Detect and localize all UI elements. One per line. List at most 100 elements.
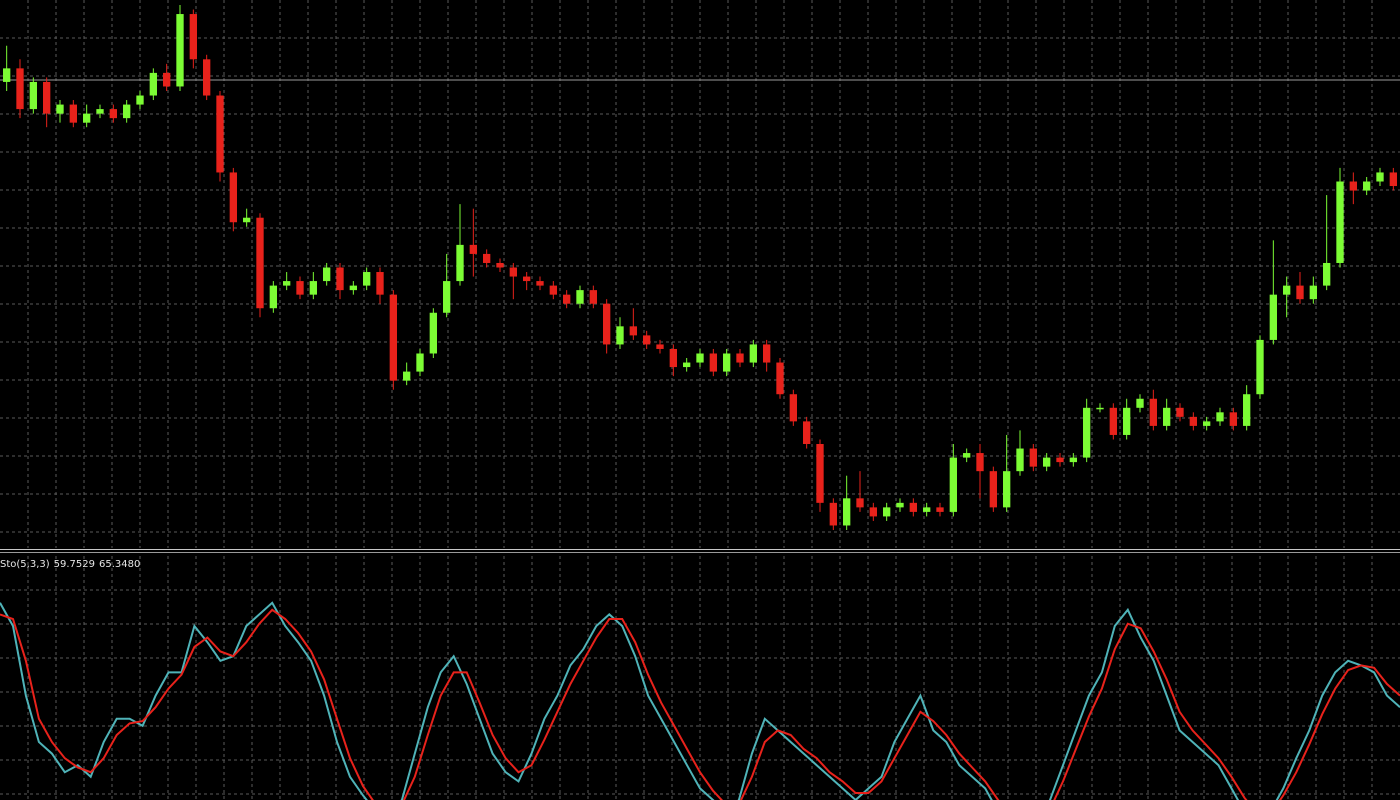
bearish-candle bbox=[163, 72, 171, 87]
bullish-candle bbox=[403, 371, 411, 381]
stochastic-chart bbox=[0, 556, 1400, 800]
bearish-candle bbox=[669, 348, 677, 368]
bullish-candle bbox=[83, 113, 91, 123]
bearish-candle bbox=[389, 294, 397, 381]
bearish-candle bbox=[229, 172, 237, 223]
bearish-candle bbox=[803, 421, 811, 445]
bearish-candle bbox=[789, 394, 797, 422]
bearish-candle bbox=[856, 498, 864, 508]
bullish-candle bbox=[723, 353, 731, 372]
bearish-candle bbox=[1389, 172, 1397, 187]
bearish-candle bbox=[469, 244, 477, 254]
bullish-candle bbox=[443, 281, 451, 313]
bullish-candle bbox=[1256, 339, 1264, 395]
bearish-candle bbox=[709, 353, 717, 372]
indicator-main-value: 59.7529 bbox=[53, 559, 95, 570]
bullish-candle bbox=[843, 498, 851, 526]
bullish-candle bbox=[1203, 421, 1211, 426]
bullish-candle bbox=[683, 362, 691, 368]
bearish-candle bbox=[509, 267, 517, 277]
bullish-candle bbox=[149, 72, 157, 96]
bearish-candle bbox=[1029, 448, 1037, 467]
price-chart bbox=[0, 0, 1400, 548]
bearish-candle bbox=[16, 68, 24, 110]
bullish-candle bbox=[123, 104, 131, 119]
bullish-candle bbox=[1096, 407, 1104, 410]
bullish-candle bbox=[1376, 172, 1384, 182]
bullish-candle bbox=[269, 285, 277, 309]
bullish-candle bbox=[923, 507, 931, 512]
bullish-candle bbox=[883, 507, 891, 517]
bullish-candle bbox=[429, 312, 437, 354]
bearish-candle bbox=[1109, 407, 1117, 435]
bullish-candle bbox=[456, 244, 464, 282]
bullish-candle bbox=[136, 95, 144, 105]
indicator-name: Sto(5,3,3) bbox=[0, 559, 50, 570]
bullish-candle bbox=[963, 453, 971, 458]
bullish-candle bbox=[29, 81, 37, 110]
bearish-candle bbox=[776, 362, 784, 395]
bearish-candle bbox=[563, 294, 571, 304]
bullish-candle bbox=[576, 290, 584, 304]
bearish-candle bbox=[203, 59, 211, 96]
bearish-candle bbox=[976, 453, 984, 472]
bearish-candle bbox=[523, 276, 531, 282]
bullish-candle bbox=[3, 68, 11, 82]
bearish-candle bbox=[629, 326, 637, 336]
bullish-candle bbox=[56, 104, 64, 114]
bullish-candle bbox=[323, 267, 331, 282]
pane-separator-inner bbox=[0, 552, 1400, 553]
bullish-candle bbox=[1363, 181, 1371, 191]
bullish-candle bbox=[1136, 398, 1144, 408]
bearish-candle bbox=[109, 109, 117, 119]
bullish-candle bbox=[616, 326, 624, 345]
bearish-candle bbox=[483, 253, 491, 263]
bullish-candle bbox=[349, 285, 357, 291]
bearish-candle bbox=[69, 104, 77, 123]
bearish-candle bbox=[376, 272, 384, 295]
bullish-candle bbox=[1216, 412, 1224, 422]
bearish-candle bbox=[1176, 407, 1184, 417]
bearish-candle bbox=[1149, 398, 1157, 426]
stochastic-signal-line bbox=[0, 608, 1400, 800]
stochastic-grid bbox=[0, 556, 1400, 800]
bearish-candle bbox=[643, 335, 651, 345]
bearish-candle bbox=[189, 14, 197, 60]
bearish-candle bbox=[816, 444, 824, 503]
bullish-candle bbox=[1269, 294, 1277, 340]
bearish-candle bbox=[936, 507, 944, 512]
bullish-candle bbox=[749, 344, 757, 363]
bullish-candle bbox=[96, 109, 104, 114]
bullish-candle bbox=[1336, 181, 1344, 263]
bullish-candle bbox=[283, 281, 291, 286]
bearish-candle bbox=[589, 290, 597, 304]
bullish-candle bbox=[1163, 407, 1171, 426]
bearish-candle bbox=[1189, 416, 1197, 426]
bearish-candle bbox=[1229, 412, 1237, 426]
pane-separator[interactable] bbox=[0, 549, 1400, 550]
bullish-candle bbox=[1003, 471, 1011, 508]
bullish-candle bbox=[363, 272, 371, 286]
bearish-candle bbox=[1296, 285, 1304, 300]
bearish-candle bbox=[869, 507, 877, 517]
bearish-candle bbox=[1349, 181, 1357, 191]
bullish-candle bbox=[1283, 285, 1291, 295]
bearish-candle bbox=[603, 303, 611, 345]
indicator-signal-value: 65.3480 bbox=[99, 559, 141, 570]
bearish-candle bbox=[829, 502, 837, 526]
bullish-candle bbox=[1243, 394, 1251, 426]
bearish-candle bbox=[763, 344, 771, 363]
bullish-candle bbox=[1123, 407, 1131, 435]
bearish-candle bbox=[736, 353, 744, 363]
bullish-candle bbox=[1016, 448, 1024, 472]
bearish-candle bbox=[989, 471, 997, 508]
bullish-candle bbox=[1083, 407, 1091, 458]
bearish-candle bbox=[549, 285, 557, 295]
bearish-candle bbox=[43, 81, 51, 114]
bearish-candle bbox=[296, 281, 304, 295]
bullish-candle bbox=[243, 217, 251, 223]
bullish-candle bbox=[176, 14, 184, 87]
bearish-candle bbox=[496, 262, 504, 268]
indicator-label: Sto(5,3,3) 59.7529 65.3480 bbox=[0, 559, 144, 570]
bullish-candle bbox=[309, 281, 317, 295]
